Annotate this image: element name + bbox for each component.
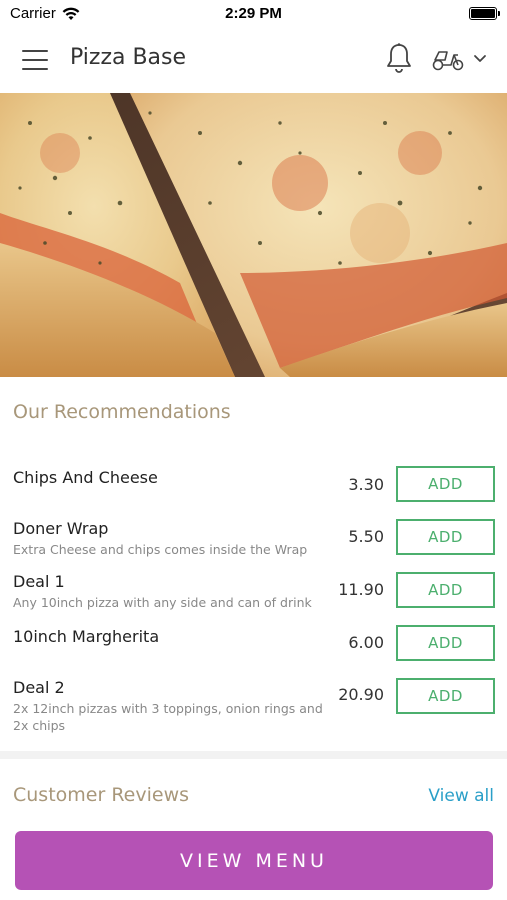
item-price: 11.90 [338,580,384,599]
section-divider [0,751,507,759]
item-price: 5.50 [348,527,384,546]
app-header: Pizza Base [0,28,507,93]
page-title: Pizza Base [70,45,187,70]
item-price: 3.30 [348,475,384,494]
status-bar: Carrier 2:29 PM [0,0,507,28]
scooter-icon[interactable] [431,44,465,74]
item-name: Deal 2 [13,678,65,697]
item-price: 20.90 [338,685,384,704]
add-button[interactable]: ADD [396,519,495,555]
item-name: 10inch Margherita [13,627,160,646]
battery-icon [469,7,500,20]
item-name: Deal 1 [13,572,65,591]
recommendations-title: Our Recommendations [13,401,231,423]
add-button[interactable]: ADD [396,625,495,661]
menu-icon[interactable] [22,50,48,70]
view-menu-button[interactable]: VIEW MENU [15,831,493,890]
item-description: 2x 12inch pizzas with 3 toppings, onion … [13,701,323,733]
status-time: 2:29 PM [225,5,282,22]
bell-icon[interactable] [385,42,413,74]
chevron-down-icon[interactable] [472,52,488,66]
item-name: Chips And Cheese [13,468,158,487]
add-button[interactable]: ADD [396,572,495,608]
item-description: Extra Cheese and chips comes inside the … [13,542,308,557]
reviews-title: Customer Reviews [13,784,190,806]
item-price: 6.00 [348,633,384,652]
add-button[interactable]: ADD [396,678,495,714]
pizza-slices-photo [0,93,507,377]
item-description: Any 10inch pizza with any side and can o… [13,595,312,610]
hero-image [0,93,507,377]
item-name: Doner Wrap [13,519,109,538]
add-button[interactable]: ADD [396,466,495,502]
view-all-link[interactable]: View all [428,786,494,806]
